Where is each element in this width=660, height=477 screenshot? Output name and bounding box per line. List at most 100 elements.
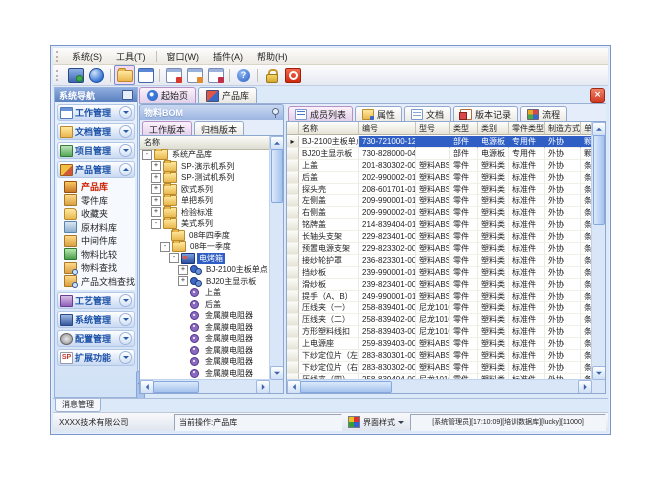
chevron-down-icon[interactable] bbox=[119, 125, 132, 138]
tree-node-欧式系列[interactable]: +欧式系列 bbox=[140, 184, 270, 196]
tree-node-金属膜电阻器[interactable]: 金属膜电阻器 bbox=[140, 356, 270, 368]
scroll-down-button[interactable] bbox=[592, 366, 606, 380]
tree-vertical-scrollbar[interactable] bbox=[269, 136, 283, 380]
menu-item-5[interactable]: 帮助(H) bbox=[250, 49, 295, 64]
tree-node-系统产品库[interactable]: -系统产品库 bbox=[140, 149, 270, 161]
tab-工作版本[interactable]: 工作版本 bbox=[142, 121, 192, 136]
toolbar-exit-button[interactable] bbox=[282, 65, 303, 85]
tab-起始页[interactable]: 起始页 bbox=[139, 87, 196, 103]
tree-node-08年四季度[interactable]: 08年四季度 bbox=[140, 230, 270, 242]
nav-item-产品文档查找[interactable]: 产品文档查找 bbox=[57, 275, 135, 289]
tree-node-金属膜电阻器[interactable]: 金属膜电阻器 bbox=[140, 368, 270, 380]
scroll-up-button[interactable] bbox=[592, 122, 606, 136]
grid-horizontal-scrollbar[interactable] bbox=[287, 379, 592, 393]
tree-hscroll-thumb[interactable] bbox=[153, 381, 199, 393]
nav-item-物料查找[interactable]: 物料查找 bbox=[57, 261, 135, 275]
nav-item-收藏夹[interactable]: 收藏夹 bbox=[57, 207, 135, 221]
tree-expander-minus[interactable]: - bbox=[160, 242, 170, 252]
table-row[interactable]: 铭牌盖214-839404-01X塑料ABS零件塑料类标准件外协条 bbox=[287, 219, 605, 231]
tab-文档[interactable]: 文档 bbox=[404, 106, 451, 121]
column-header-类别[interactable]: 类别 bbox=[478, 122, 509, 135]
grid-hscroll-thumb[interactable] bbox=[300, 381, 392, 393]
table-row[interactable]: ▸BJ-2100主板单点730-721000-12X部件电源板专用件外协颗 bbox=[287, 136, 605, 148]
toolbar-lock-button[interactable] bbox=[261, 65, 282, 85]
nav-group-项目管理[interactable]: 项目管理 bbox=[57, 142, 135, 159]
table-row[interactable]: 上电源座259-839403-00X塑料ABS零件塑料类标准件外协条 bbox=[287, 338, 605, 350]
nav-group-工艺管理[interactable]: 工艺管理 bbox=[57, 292, 135, 309]
tree-expander-plus[interactable]: + bbox=[178, 276, 188, 286]
nav-group-扩展功能[interactable]: 扩展功能 bbox=[57, 349, 135, 366]
table-row[interactable]: 探头壳208-601701-01X塑料ABS零件塑料类标准件外协条 bbox=[287, 184, 605, 196]
tab-成员列表[interactable]: 成员列表 bbox=[288, 106, 353, 121]
tree-node-美式系列[interactable]: -美式系列 bbox=[140, 218, 270, 230]
column-header-制造方式[interactable]: 制造方式 bbox=[545, 122, 581, 135]
toolbar-help-button[interactable] bbox=[233, 65, 254, 85]
nav-item-物料比较[interactable]: 物料比较 bbox=[57, 248, 135, 262]
tree-expander-minus[interactable]: - bbox=[142, 150, 152, 160]
column-header-名称[interactable]: 名称 bbox=[299, 122, 359, 135]
nav-group-工作管理[interactable]: 工作管理 bbox=[57, 104, 135, 121]
scroll-right-button[interactable] bbox=[256, 380, 270, 394]
tree-node-金属膜电阻器[interactable]: 金属膜电阻器 bbox=[140, 345, 270, 357]
chevron-up-icon[interactable] bbox=[119, 163, 132, 176]
tab-归档版本[interactable]: 归档版本 bbox=[194, 121, 244, 136]
table-row[interactable]: 左侧盖209-990001-01X塑料ABS零件塑料类标准件外协条 bbox=[287, 195, 605, 207]
toolbar-window-close-button[interactable] bbox=[205, 65, 226, 85]
menu-item-3[interactable]: 窗口(W) bbox=[160, 49, 207, 64]
scroll-down-button[interactable] bbox=[270, 366, 284, 380]
pin-icon[interactable] bbox=[270, 108, 279, 118]
nav-item-原材料库[interactable]: 原材料库 bbox=[57, 221, 135, 235]
tree-node-后盖[interactable]: 后盖 bbox=[140, 299, 270, 311]
tree-node-检验标准[interactable]: +检验标准 bbox=[140, 207, 270, 219]
tree-expander-minus[interactable]: - bbox=[151, 219, 161, 229]
tree-expander-plus[interactable]: + bbox=[151, 184, 161, 194]
tree-node-SP-测试机系列[interactable]: +SP-测试机系列 bbox=[140, 172, 270, 184]
nav-item-中间件库[interactable]: 中间件库 bbox=[57, 234, 135, 248]
menu-item-4[interactable]: 插件(A) bbox=[206, 49, 250, 64]
scroll-right-button[interactable] bbox=[578, 380, 592, 394]
table-row[interactable]: 长轴头支架229-823401-00X塑料ABS零件塑料类标准件外协条 bbox=[287, 231, 605, 243]
tree-node-金属膜电阻器[interactable]: 金属膜电阻器 bbox=[140, 322, 270, 334]
tree-expander-plus[interactable]: + bbox=[151, 196, 161, 206]
tree-scroll-thumb[interactable] bbox=[271, 149, 283, 203]
tree-node-电烤箱[interactable]: -电烤箱 bbox=[140, 253, 270, 265]
tree-node-上盖[interactable]: 上盖 bbox=[140, 287, 270, 299]
tree-expander-plus[interactable]: + bbox=[151, 161, 161, 171]
tree-node-金属膜电阻器[interactable]: 金属膜电阻器 bbox=[140, 333, 270, 345]
chevron-down-icon[interactable] bbox=[119, 144, 132, 157]
ui-style-button[interactable]: 界面样式 bbox=[345, 415, 407, 430]
tree-node-金属膜电阻器[interactable]: 金属膜电阻器 bbox=[140, 310, 270, 322]
column-header-零件类型[interactable]: 零件类型 bbox=[509, 122, 545, 135]
tree-expander-plus[interactable]: + bbox=[178, 265, 188, 275]
menu-item-1[interactable]: 系统(S) bbox=[65, 49, 109, 64]
nav-group-文档管理[interactable]: 文档管理 bbox=[57, 123, 135, 140]
table-row[interactable]: 下纱定位片（左）283-830301-00X塑料ABS零件塑料类标准件外协条 bbox=[287, 350, 605, 362]
nav-group-产品管理[interactable]: 产品管理 bbox=[57, 161, 135, 178]
tree-expander-plus[interactable]: + bbox=[151, 173, 161, 183]
toolbar-window-add-button[interactable] bbox=[163, 65, 184, 85]
tab-产品库[interactable]: 产品库 bbox=[198, 87, 257, 103]
tree-expander-minus[interactable]: - bbox=[169, 253, 179, 263]
toolbar-window-view-button[interactable] bbox=[184, 65, 205, 85]
table-row[interactable]: BJ20主显示板730-828000-04X部件电源板专用件外协颗 bbox=[287, 148, 605, 160]
tree-node-SP-演示机系列[interactable]: +SP-演示机系列 bbox=[140, 161, 270, 173]
nav-group-系统管理[interactable]: 系统管理 bbox=[57, 311, 135, 328]
table-row[interactable]: 提手（A、B）249-990001-01X塑料ABS零件塑料类标准件外协条 bbox=[287, 291, 605, 303]
tree-column-header[interactable]: 名称 bbox=[140, 136, 279, 150]
table-row[interactable]: 挡纱板239-990001-01X塑料ABS零件塑料类标准件外协条 bbox=[287, 267, 605, 279]
table-row[interactable]: 后盖202-990002-01X塑料ABS零件塑料类标准件外协条 bbox=[287, 172, 605, 184]
scroll-left-button[interactable] bbox=[140, 380, 154, 394]
scroll-left-button[interactable] bbox=[287, 380, 301, 394]
table-row[interactable]: 滑纱板239-823401-00X塑料ABS零件塑料类标准件外协条 bbox=[287, 279, 605, 291]
table-row[interactable]: 右侧盖209-990002-01X塑料ABS零件塑料类标准件外协条 bbox=[287, 207, 605, 219]
nav-item-产品库[interactable]: 产品库 bbox=[57, 180, 135, 194]
menu-item-2[interactable]: 工具(T) bbox=[109, 49, 153, 64]
tab-属性[interactable]: 属性 bbox=[355, 106, 402, 121]
nav-group-配置管理[interactable]: 配置管理 bbox=[57, 330, 135, 347]
table-row[interactable]: 预置电源支架229-823302-00X塑料ABS零件塑料类标准件外协条 bbox=[287, 243, 605, 255]
table-row[interactable]: 方形塑料线扣258-839403-00X尼龙1010零件塑料类标准件外协条 bbox=[287, 326, 605, 338]
column-header-型号[interactable]: 型号 bbox=[416, 122, 450, 135]
chevron-down-icon[interactable] bbox=[119, 313, 132, 326]
table-row[interactable]: 上盖201-830302-00X塑料ABS零件塑料类标准件外协条 bbox=[287, 160, 605, 172]
toolbar-folder-button[interactable] bbox=[114, 65, 135, 85]
